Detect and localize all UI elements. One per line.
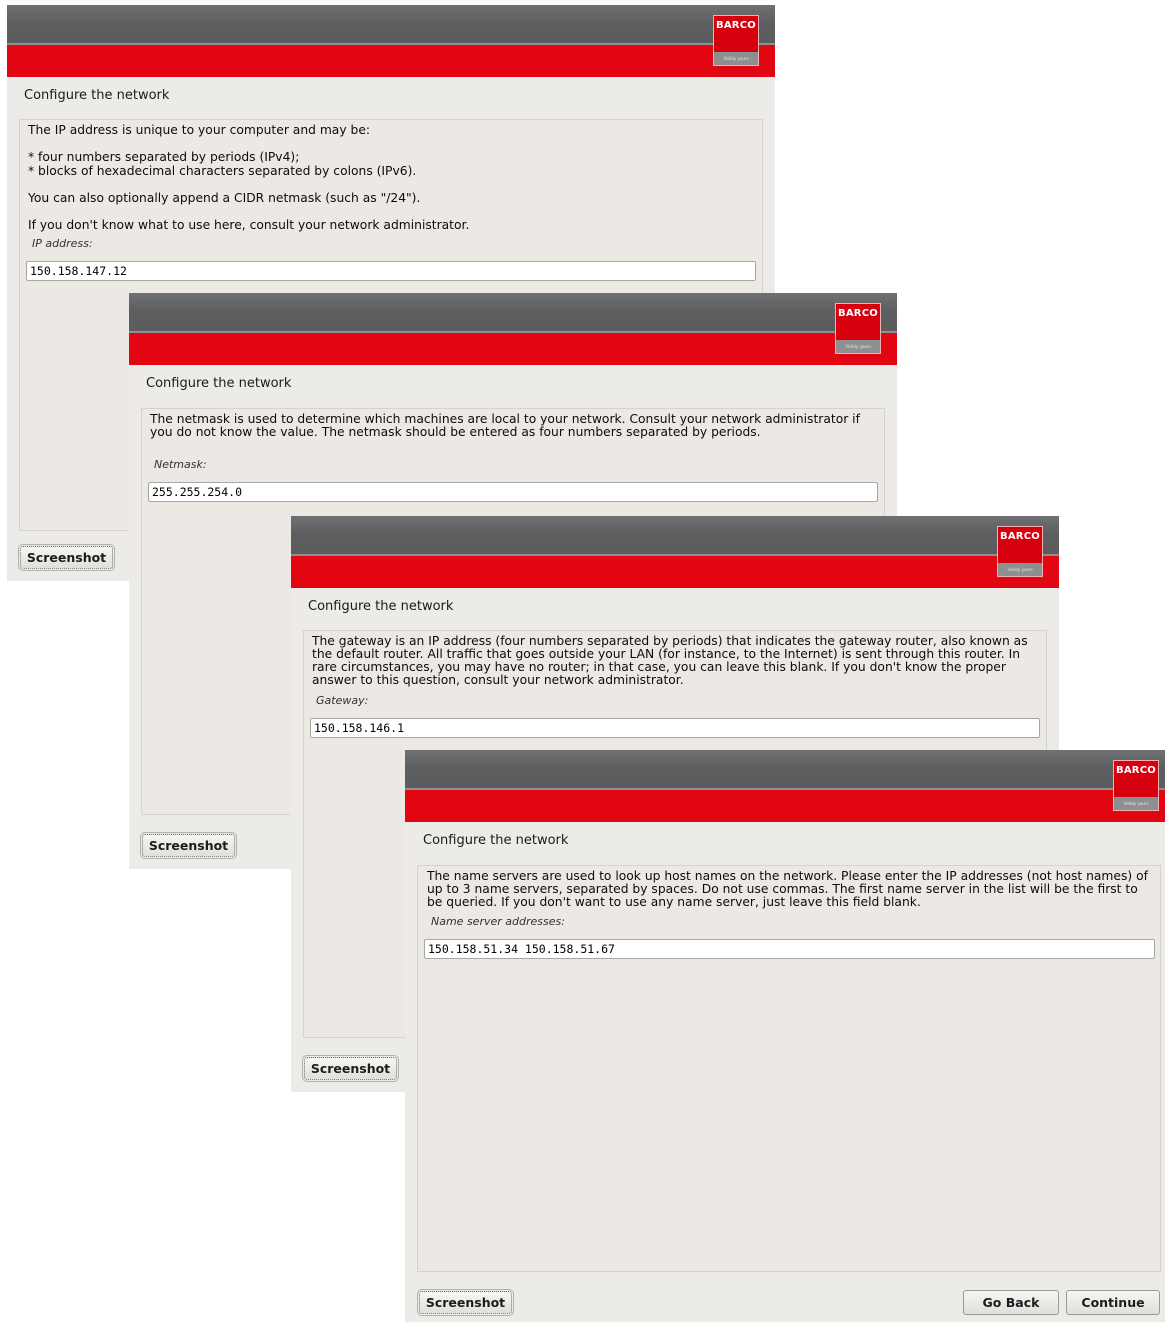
ipv6-bullet: * blocks of hexadecimal characters separ…	[28, 164, 417, 178]
gateway-input[interactable]: 150.158.146.1	[310, 718, 1040, 738]
netmask-input[interactable]: 255.255.254.0	[148, 482, 878, 502]
nameserver-input[interactable]: 150.158.51.34 150.158.51.67	[424, 939, 1155, 959]
header-red-stripe	[405, 790, 1165, 822]
logo-text: BARCO	[838, 308, 878, 319]
gateway-description: The gateway is an IP address (four numbe…	[312, 634, 1028, 687]
header-banner	[7, 5, 775, 45]
ip-intro-text: The IP address is unique to your compute…	[28, 123, 371, 137]
logo-tagline: Visibly yours	[1114, 797, 1158, 810]
ip-address-label: IP address:	[32, 237, 93, 250]
logo-tagline: Visibly yours	[714, 52, 758, 65]
header-red-stripe	[7, 45, 775, 77]
ipv4-bullet: * four numbers separated by periods (IPv…	[28, 150, 300, 164]
barco-logo: BARCO Visibly yours	[835, 303, 881, 354]
screenshot-button[interactable]: Screenshot	[18, 544, 115, 571]
netmask-label: Netmask:	[154, 458, 207, 471]
consult-text: If you don't know what to use here, cons…	[28, 218, 470, 232]
logo-text: BARCO	[1000, 531, 1040, 542]
header-banner	[405, 750, 1165, 790]
header-banner	[129, 293, 897, 333]
logo-text: BARCO	[716, 20, 756, 31]
page-title: Configure the network	[24, 88, 170, 103]
header-banner	[291, 516, 1059, 556]
netmask-description: The netmask is used to determine which m…	[150, 412, 860, 439]
logo-text: BARCO	[1116, 765, 1156, 776]
page-title: Configure the network	[146, 376, 292, 391]
cidr-text: You can also optionally append a CIDR ne…	[28, 191, 421, 205]
barco-logo: BARCO Visibly yours	[997, 526, 1043, 577]
logo-tagline: Visibly yours	[836, 340, 880, 353]
screenshot-button[interactable]: Screenshot	[302, 1055, 399, 1082]
continue-button[interactable]: Continue	[1066, 1290, 1160, 1315]
page-title: Configure the network	[308, 599, 454, 614]
nameserver-label: Name server addresses:	[431, 915, 565, 928]
page-title: Configure the network	[423, 833, 569, 848]
ip-address-input[interactable]: 150.158.147.12	[26, 261, 756, 281]
go-back-button[interactable]: Go Back	[963, 1290, 1059, 1315]
installer-window-nameservers: BARCO Visibly yours Configure the networ…	[405, 750, 1165, 1322]
nameserver-description: The name servers are used to look up hos…	[427, 869, 1148, 909]
header-red-stripe	[129, 333, 897, 365]
gateway-label: Gateway:	[316, 694, 369, 707]
header-red-stripe	[291, 556, 1059, 588]
barco-logo: BARCO Visibly yours	[1113, 760, 1159, 811]
logo-tagline: Visibly yours	[998, 563, 1042, 576]
screenshot-button[interactable]: Screenshot	[417, 1289, 514, 1316]
barco-logo: BARCO Visibly yours	[713, 15, 759, 66]
screenshot-button[interactable]: Screenshot	[140, 832, 237, 859]
